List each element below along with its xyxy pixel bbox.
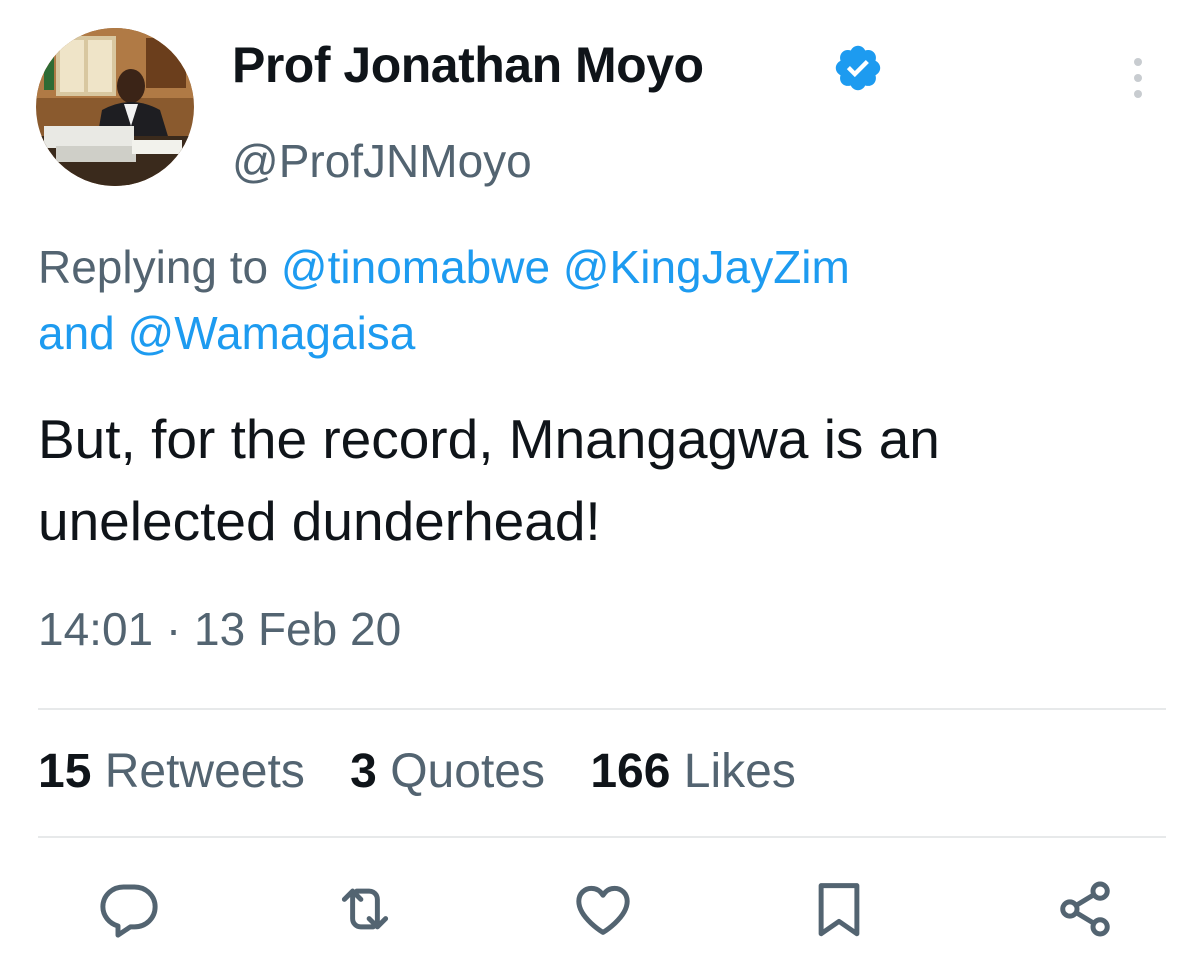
replying-connector: and <box>38 307 115 359</box>
reply-button[interactable] <box>96 876 162 942</box>
mention-wamagaisa[interactable]: @Wamagaisa <box>128 307 416 359</box>
retweet-button[interactable] <box>332 876 398 942</box>
retweets-label: Retweets <box>104 745 305 798</box>
mention-tinomabwe[interactable]: @tinomabwe <box>281 241 550 293</box>
like-button[interactable] <box>570 876 636 942</box>
tweet-card: Prof Jonathan Moyo @ProfJNMoyo Replying … <box>0 0 1200 969</box>
mention-kingjayzim[interactable]: @KingJayZim <box>563 241 850 293</box>
display-name[interactable]: Prof Jonathan Moyo <box>232 36 704 94</box>
replying-prefix: Replying to <box>38 241 281 293</box>
retweets-count: 15 <box>38 745 92 798</box>
bookmark-icon <box>818 883 860 937</box>
quotes-count: 3 <box>350 745 377 798</box>
like-icon <box>576 885 630 935</box>
avatar[interactable] <box>36 28 194 186</box>
likes-stat[interactable]: 166 Likes <box>590 744 796 799</box>
reply-icon <box>100 884 158 938</box>
share-button[interactable] <box>1052 876 1118 942</box>
tweet-timestamp[interactable]: 14:01 · 13 Feb 20 <box>38 602 401 656</box>
likes-label: Likes <box>683 745 796 798</box>
share-icon <box>1060 881 1110 937</box>
verified-badge-icon <box>835 45 881 91</box>
user-handle[interactable]: @ProfJNMoyo <box>232 134 532 188</box>
retweets-stat[interactable]: 15 Retweets <box>38 744 305 799</box>
engagement-stats: 15 Retweets 3 Quotes 166 Likes <box>38 744 828 799</box>
divider-bottom <box>38 836 1166 838</box>
quotes-stat[interactable]: 3 Quotes <box>350 744 545 799</box>
quotes-label: Quotes <box>390 745 545 798</box>
likes-count: 166 <box>590 745 671 798</box>
replying-to: Replying to @tinomabwe @KingJayZim and @… <box>38 234 1158 366</box>
more-options-icon[interactable] <box>1120 48 1156 108</box>
retweet-icon <box>341 888 389 930</box>
tweet-text: But, for the record, Mnangagwa is an une… <box>38 408 940 552</box>
bookmark-button[interactable] <box>806 876 872 942</box>
divider-top <box>38 708 1166 710</box>
